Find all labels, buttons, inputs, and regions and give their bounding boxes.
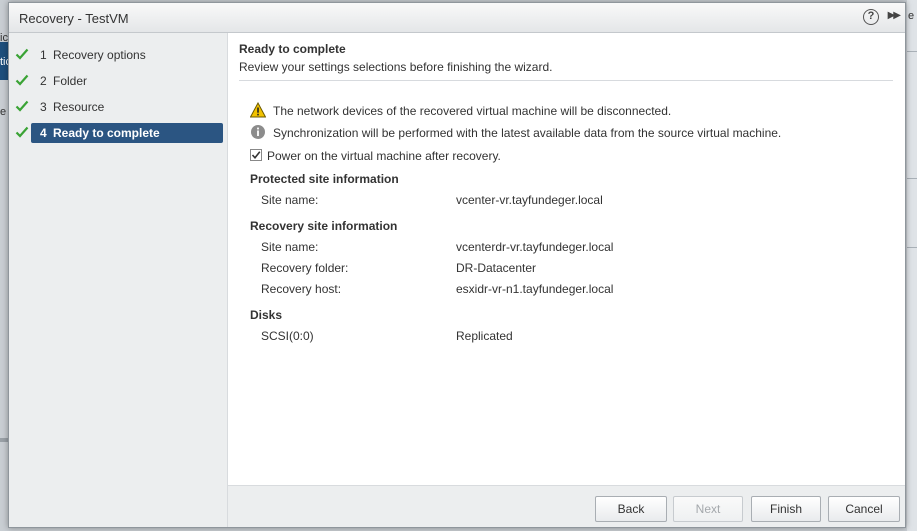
step-recovery-options[interactable]: 1 Recovery options [9, 45, 228, 65]
step-label: Resource [53, 100, 105, 114]
info-icon [251, 125, 265, 139]
background-divider [907, 178, 917, 179]
protected-site-heading: Protected site information [250, 172, 399, 186]
step-ready-to-complete[interactable]: 4 Ready to complete [9, 123, 228, 143]
wizard-footer: Back Next Finish Cancel [228, 485, 905, 527]
dialog-titlebar[interactable]: Recovery - TestVM ? ▶▶ [9, 3, 905, 33]
step-number: 3 [40, 100, 47, 114]
next-button[interactable]: Next [673, 496, 743, 522]
background-app-right-panel [907, 0, 917, 531]
step-label: Ready to complete [53, 126, 160, 140]
page-subtitle: Review your settings selections before f… [239, 60, 553, 74]
dialog-title: Recovery - TestVM [19, 11, 129, 26]
step-number: 2 [40, 74, 47, 88]
checkmark-icon [15, 100, 29, 112]
background-text-fragment: e [908, 10, 915, 22]
power-on-checkbox[interactable] [250, 149, 262, 161]
recovery-site-name-value: vcenterdr-vr.tayfundeger.local [456, 240, 614, 254]
checkmark-icon [15, 74, 29, 86]
step-number: 4 [40, 126, 47, 140]
step-folder[interactable]: 2 Folder [9, 71, 228, 91]
disk-value: Replicated [456, 329, 513, 343]
step-resource[interactable]: 3 Resource [9, 97, 228, 117]
recovery-host-value: esxidr-vr-n1.tayfundeger.local [456, 282, 614, 296]
checkbox-check-icon [251, 151, 261, 160]
recovery-folder-label: Recovery folder: [261, 261, 349, 275]
power-on-label: Power on the virtual machine after recov… [267, 149, 501, 163]
background-text-fragment: e [0, 106, 7, 118]
wizard-content: Ready to complete Review your settings s… [228, 33, 905, 485]
warning-icon [250, 102, 266, 118]
wizard-steps-sidebar: 1 Recovery options 2 Folder 3 Resource 4… [9, 33, 228, 527]
finish-button[interactable]: Finish [751, 496, 821, 522]
checkmark-icon [15, 48, 29, 60]
protected-site-name-value: vcenter-vr.tayfundeger.local [456, 193, 603, 207]
protected-site-name-label: Site name: [261, 193, 319, 207]
disks-heading: Disks [250, 308, 283, 322]
background-divider [907, 51, 917, 52]
back-button[interactable]: Back [595, 496, 667, 522]
recovery-wizard-dialog: Recovery - TestVM ? ▶▶ 1 Recovery option… [8, 2, 906, 528]
recovery-site-name-label: Site name: [261, 240, 319, 254]
expand-icon[interactable]: ▶▶ [888, 10, 901, 21]
header-divider [239, 80, 893, 81]
background-divider [907, 247, 917, 248]
info-text: Synchronization will be performed with t… [273, 126, 782, 140]
cancel-button[interactable]: Cancel [828, 496, 900, 522]
help-icon[interactable]: ? [863, 9, 879, 25]
step-label: Folder [53, 74, 88, 88]
disk-label: SCSI(0:0) [261, 329, 314, 343]
step-number: 1 [40, 48, 47, 62]
background-text-fragment: ic [0, 32, 8, 44]
checkmark-icon [15, 126, 29, 138]
recovery-folder-value: DR-Datacenter [456, 261, 537, 275]
page-title: Ready to complete [239, 42, 346, 56]
warning-text: The network devices of the recovered vir… [273, 104, 672, 118]
recovery-site-heading: Recovery site information [250, 219, 398, 233]
step-label: Recovery options [53, 48, 146, 62]
recovery-host-label: Recovery host: [261, 282, 342, 296]
